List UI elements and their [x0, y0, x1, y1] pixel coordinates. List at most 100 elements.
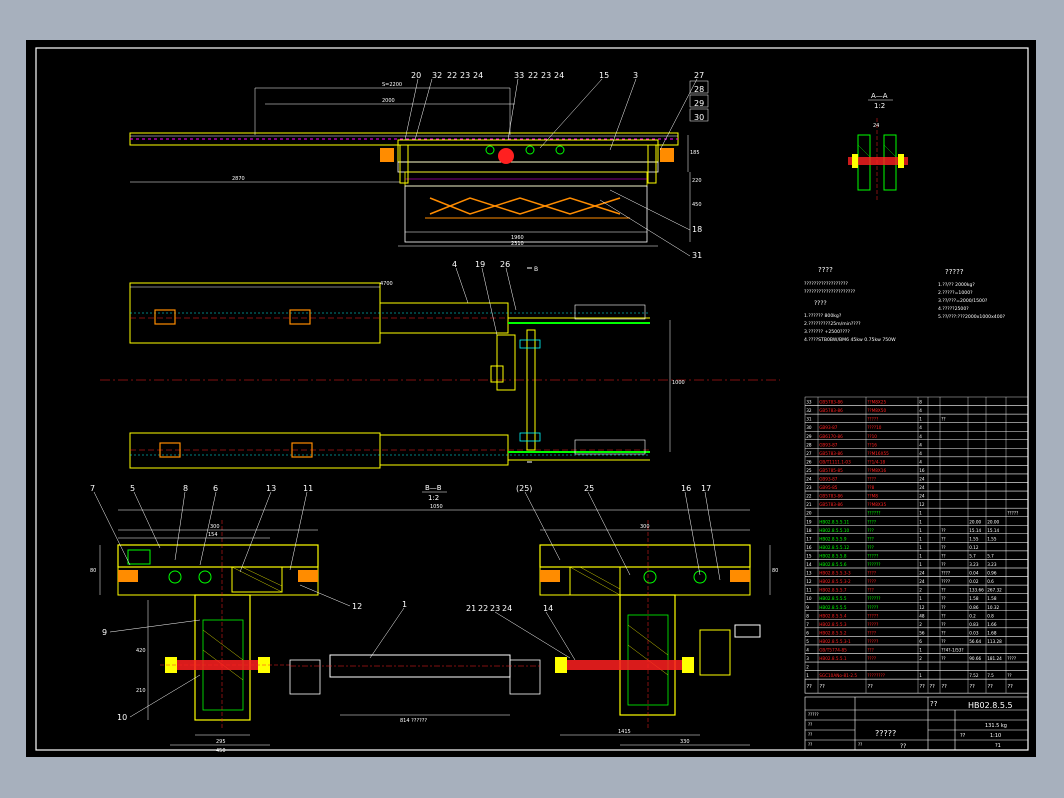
bom-cell: 24: [806, 477, 812, 482]
bom-cell: ?????: [867, 639, 878, 644]
bom-cell: HB02.8.5.5.9: [819, 536, 847, 541]
bom-cell: 20.00: [969, 519, 981, 524]
bom-cell: ??????: [867, 562, 880, 567]
bom-cell: 33: [806, 400, 812, 405]
bom-cell: ????: [1007, 656, 1016, 661]
bom-cell: GB5783-86: [819, 408, 843, 413]
bom-cell: 29: [806, 434, 812, 439]
bom-cell: ??M8X35: [867, 502, 886, 507]
bom-cell: 0.8: [987, 613, 994, 618]
bom-cell: 48: [919, 613, 925, 618]
dim-bottom-mid: 450: [216, 748, 226, 754]
bom-cell: 16: [806, 545, 812, 550]
bom-cell: ??: [941, 605, 945, 610]
callout-12: 12: [352, 602, 362, 611]
callout-22b: 22: [528, 71, 538, 80]
bom-cell: ?????: [867, 613, 878, 618]
bom-cell: 1.55: [987, 536, 997, 541]
bom-cell: GB93-87: [819, 442, 838, 447]
bom-cell: 4: [919, 451, 922, 456]
bom-cell: 0.12: [969, 545, 979, 550]
bom-cell: 267.32: [987, 588, 1002, 593]
bom-cell: ?????: [1007, 511, 1018, 516]
bom-cell: ??: [941, 613, 945, 618]
bom-cell: 6: [806, 630, 809, 635]
bom-cell: 0.04: [969, 571, 979, 576]
bom-cell: 4: [919, 434, 922, 439]
bom-cell: HB02.8.5.5.4: [819, 613, 847, 618]
bom-cell: 13: [806, 571, 812, 576]
bom-cell: 90.66: [969, 656, 981, 661]
note-right-1: 1.??/?? 2000kg?: [938, 282, 975, 288]
bom-cell: HB02.8.5.5.8: [819, 553, 847, 558]
callout-29: 29: [694, 99, 704, 108]
bom-cell: HB02.8.5.5.3-1: [819, 639, 851, 644]
note-left-5: 2.?????????25m/min????: [804, 321, 861, 327]
callout-17: 17: [701, 484, 711, 493]
bom-cell: ????: [941, 571, 950, 576]
note-left-3: ????: [814, 300, 827, 307]
bom-cell: 4: [919, 425, 922, 430]
callout-25: 25: [584, 484, 594, 493]
plan-dim-side: 1000: [672, 380, 685, 386]
bom-cell: 16: [919, 468, 925, 473]
callout-4: 4: [452, 260, 457, 269]
note-right-5: 5.??/???:???2000x1000x400?: [938, 314, 1006, 320]
bom-cell: ????????: [867, 673, 885, 678]
bom-cell: 15.14: [969, 528, 981, 533]
bom-cell: 1.55: [969, 536, 979, 541]
bom-cell: ??: [941, 639, 945, 644]
bom-cell: 1: [919, 511, 922, 516]
bom-cell: 4: [919, 408, 922, 413]
bom-header-cell: ??: [807, 684, 813, 690]
callout-3: 3: [633, 71, 638, 80]
callout-25-ref: (25): [516, 484, 532, 493]
bom-cell: HB02.8.5.5.1: [819, 656, 847, 661]
dim-left-h2: 210: [136, 688, 146, 694]
dim-left-h: 420: [136, 648, 146, 654]
callout-8: 8: [183, 484, 188, 493]
plan-dim-top: 4700: [380, 281, 393, 287]
bom-cell: ???: [867, 545, 874, 550]
bom-cell: HB02.8.5.5.2: [819, 630, 847, 635]
section-bb-title: B—B: [425, 484, 442, 492]
bom-cell: 1: [919, 519, 922, 524]
callout-5: 5: [130, 484, 135, 493]
bom-cell: 4: [919, 442, 922, 447]
bom-cell: HB02.8.5.5.11: [819, 519, 849, 524]
bom-cell: HB02.8.5.5.7: [819, 588, 847, 593]
bom-header-cell: ??: [930, 684, 936, 690]
callout-27: 27: [694, 71, 704, 80]
bom-cell: SGC10ANo-81-2.5: [819, 673, 857, 678]
title-block-sheet: ?1: [995, 743, 1001, 749]
callout-32: 32: [432, 71, 442, 80]
bom-header-cell: ??: [1008, 684, 1014, 690]
bom-cell: 1: [919, 417, 922, 422]
callout-26: 26: [500, 260, 510, 269]
callout-1: 1: [402, 600, 407, 609]
callout-10: 10: [117, 713, 127, 722]
bom-cell: 1: [919, 648, 922, 653]
bom-cell: GB95-85: [819, 485, 838, 490]
bom-cell: HB02.8.5.5.5: [819, 596, 847, 601]
bom-cell: 28: [806, 442, 812, 447]
bom-cell: ???: [867, 588, 874, 593]
bom-cell: ??10: [867, 434, 877, 439]
bom-header-cell: ??: [988, 684, 994, 690]
bom-cell: ??: [941, 553, 945, 558]
dim-bottom-2: 2310: [511, 241, 524, 247]
dim-right-w: 300: [640, 524, 650, 530]
title-block-scale-value: 1:10: [990, 733, 1001, 739]
bom-cell: 133.66: [969, 588, 984, 593]
bom-cell: 4: [806, 648, 809, 653]
drive-gear-icon: [498, 148, 514, 164]
bom-cell: ????: [867, 519, 876, 524]
bom-cell: ??16: [867, 442, 877, 447]
bom-cell: GB5783-86: [819, 400, 843, 405]
bom-cell: GB6170-86: [819, 434, 843, 439]
callout-19: 19: [475, 260, 485, 269]
bom-cell: 6: [919, 639, 922, 644]
section-aa-title: A—A: [871, 92, 888, 100]
bom-cell: 1.66: [987, 622, 997, 627]
note-right-4: 4.?????2500?: [938, 306, 969, 312]
